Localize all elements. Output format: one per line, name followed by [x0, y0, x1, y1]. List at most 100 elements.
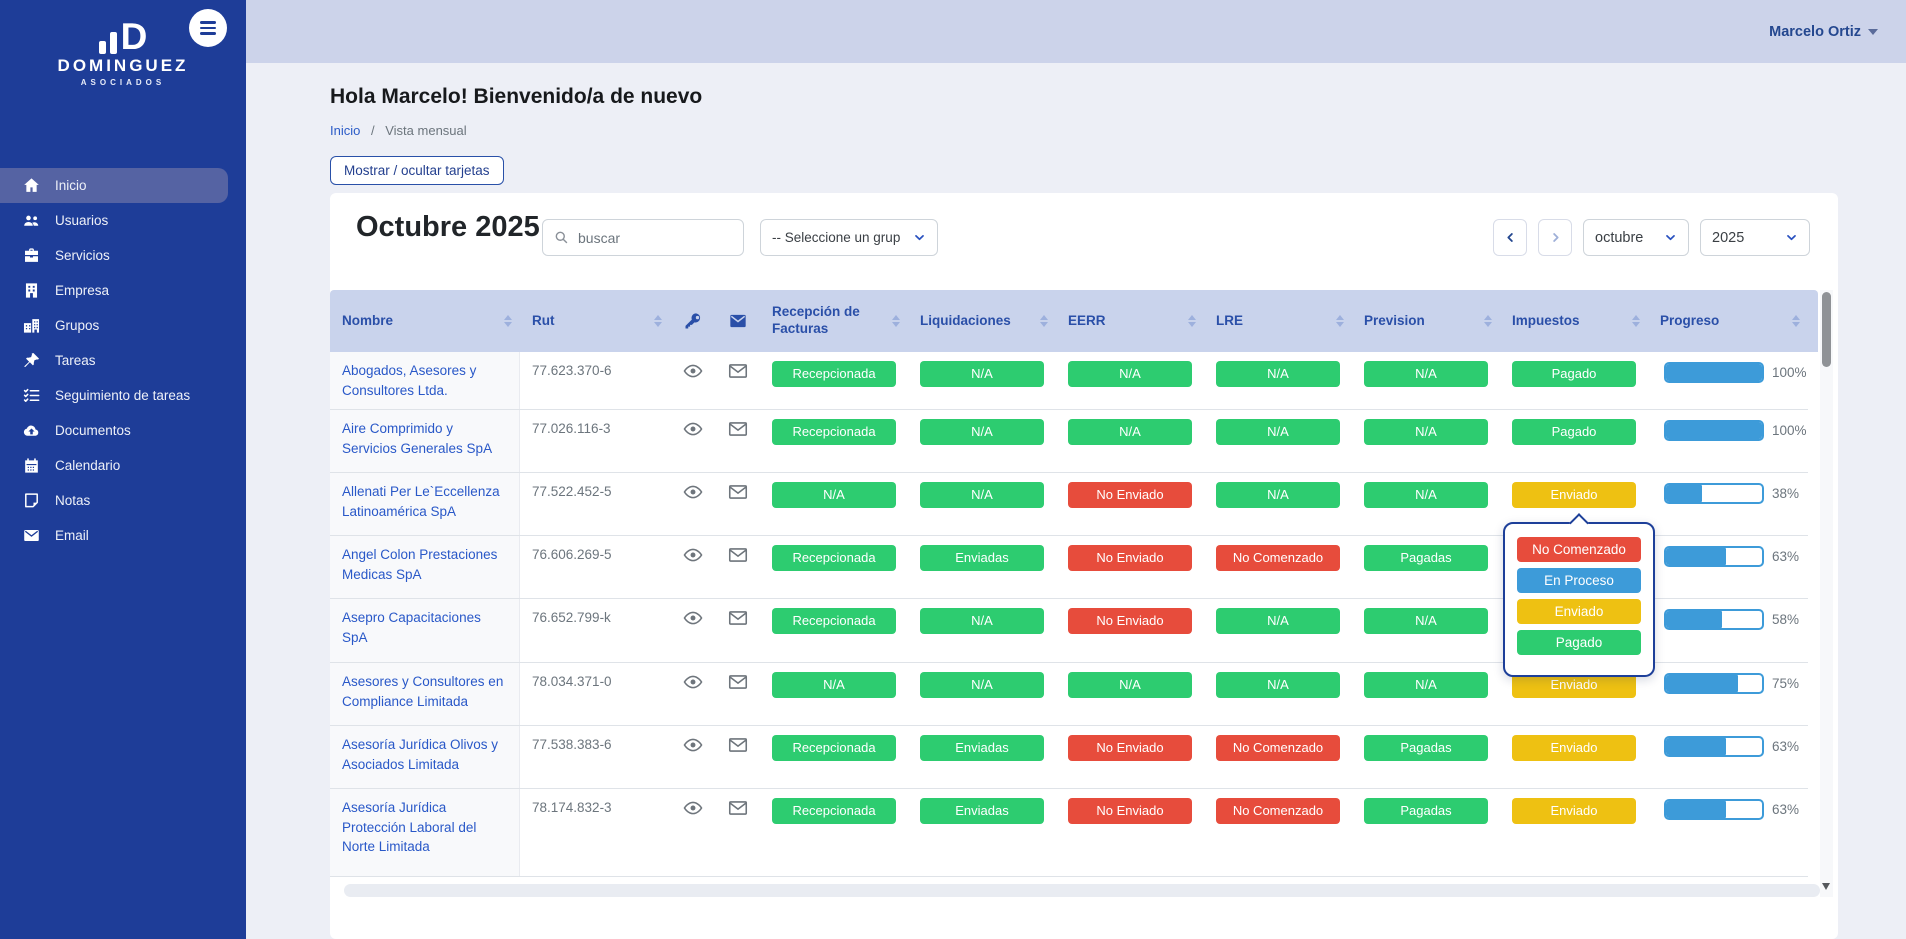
sort-icon[interactable]: [892, 311, 900, 331]
month-select[interactable]: octubre: [1583, 219, 1689, 256]
popup-option-pagado[interactable]: Pagado: [1517, 630, 1641, 655]
mail-icon[interactable]: [727, 607, 749, 629]
status-badge[interactable]: N/A: [1068, 361, 1192, 387]
eye-icon[interactable]: [682, 481, 704, 503]
status-badge[interactable]: Enviadas: [920, 735, 1044, 761]
status-badge[interactable]: N/A: [920, 482, 1044, 508]
status-badge[interactable]: N/A: [1216, 672, 1340, 698]
popup-option-en-proceso[interactable]: En Proceso: [1517, 568, 1641, 593]
mail-icon[interactable]: [727, 360, 749, 382]
sort-icon[interactable]: [1336, 311, 1344, 331]
scrollbar-thumb[interactable]: [1822, 292, 1831, 367]
status-badge[interactable]: N/A: [1068, 419, 1192, 445]
sidebar-item-email[interactable]: Email: [0, 518, 246, 553]
sidebar-item-seguimiento-de-tareas[interactable]: Seguimiento de tareas: [0, 378, 246, 413]
toggle-cards-button[interactable]: Mostrar / ocultar tarjetas: [330, 156, 504, 185]
sidebar-item-notas[interactable]: Notas: [0, 483, 246, 518]
status-badge[interactable]: N/A: [920, 419, 1044, 445]
status-badge[interactable]: No Enviado: [1068, 482, 1192, 508]
status-badge[interactable]: Pagado: [1512, 419, 1636, 445]
year-select[interactable]: 2025: [1700, 219, 1810, 256]
status-badge[interactable]: No Enviado: [1068, 608, 1192, 634]
sidebar-item-servicios[interactable]: Servicios: [0, 238, 246, 273]
status-badge[interactable]: N/A: [1364, 482, 1488, 508]
hamburger-menu-button[interactable]: [189, 9, 227, 47]
status-badge[interactable]: N/A: [1216, 608, 1340, 634]
status-badge[interactable]: N/A: [1068, 672, 1192, 698]
status-badge[interactable]: Recepcionada: [772, 545, 896, 571]
status-badge[interactable]: No Enviado: [1068, 798, 1192, 824]
status-badge[interactable]: Recepcionada: [772, 735, 896, 761]
status-badge[interactable]: N/A: [1364, 419, 1488, 445]
status-badge[interactable]: N/A: [1216, 361, 1340, 387]
sort-icon[interactable]: [654, 311, 662, 331]
status-badge[interactable]: Pagadas: [1364, 545, 1488, 571]
status-badge[interactable]: No Enviado: [1068, 545, 1192, 571]
status-badge[interactable]: N/A: [772, 672, 896, 698]
status-badge[interactable]: N/A: [1216, 482, 1340, 508]
status-badge[interactable]: Pagadas: [1364, 735, 1488, 761]
mail-icon[interactable]: [727, 734, 749, 756]
status-badge[interactable]: Pagado: [1512, 361, 1636, 387]
status-badge[interactable]: Enviadas: [920, 798, 1044, 824]
status-badge[interactable]: N/A: [1364, 608, 1488, 634]
status-badge[interactable]: N/A: [920, 361, 1044, 387]
search-input[interactable]: [578, 230, 733, 246]
status-badge[interactable]: No Enviado: [1068, 735, 1192, 761]
mail-icon[interactable]: [727, 544, 749, 566]
eye-icon[interactable]: [682, 734, 704, 756]
company-link[interactable]: Aire Comprimido y Servicios Generales Sp…: [342, 419, 509, 458]
status-badge[interactable]: Recepcionada: [772, 419, 896, 445]
horizontal-scrollbar[interactable]: [344, 884, 1820, 897]
popup-option-enviado[interactable]: Enviado: [1517, 599, 1641, 624]
scroll-down-arrow-icon[interactable]: [1822, 883, 1830, 894]
eye-icon[interactable]: [682, 418, 704, 440]
company-link[interactable]: Allenati Per Le`Eccellenza Latinoamérica…: [342, 482, 509, 521]
company-link[interactable]: Abogados, Asesores y Consultores Ltda.: [342, 361, 509, 400]
user-menu[interactable]: Marcelo Ortiz: [1769, 0, 1878, 63]
eye-icon[interactable]: [682, 360, 704, 382]
eye-icon[interactable]: [682, 544, 704, 566]
sidebar-item-grupos[interactable]: Grupos: [0, 308, 246, 343]
status-badge[interactable]: Enviado: [1512, 798, 1636, 824]
company-link[interactable]: Asepro Capacitaciones SpA: [342, 608, 509, 647]
mail-icon[interactable]: [727, 481, 749, 503]
status-badge[interactable]: N/A: [1364, 672, 1488, 698]
sort-icon[interactable]: [1792, 311, 1800, 331]
status-badge[interactable]: Pagadas: [1364, 798, 1488, 824]
next-month-button[interactable]: [1538, 219, 1572, 256]
eye-icon[interactable]: [682, 797, 704, 819]
sort-icon[interactable]: [1484, 311, 1492, 331]
sort-icon[interactable]: [1632, 311, 1640, 331]
status-badge[interactable]: N/A: [920, 672, 1044, 698]
company-link[interactable]: Asesores y Consultores en Compliance Lim…: [342, 672, 509, 711]
status-badge[interactable]: Enviado: [1512, 735, 1636, 761]
status-badge[interactable]: Recepcionada: [772, 608, 896, 634]
status-badge[interactable]: Recepcionada: [772, 798, 896, 824]
group-select[interactable]: -- Seleccione un grup: [760, 219, 938, 256]
breadcrumb-home-link[interactable]: Inicio: [330, 123, 360, 138]
company-link[interactable]: Asesoría Jurídica Protección Laboral del…: [342, 798, 509, 857]
company-link[interactable]: Asesoría Jurídica Olivos y Asociados Lim…: [342, 735, 509, 774]
sort-icon[interactable]: [504, 311, 512, 331]
status-badge[interactable]: N/A: [1216, 419, 1340, 445]
sidebar-item-inicio[interactable]: Inicio: [0, 168, 228, 203]
status-badge[interactable]: Enviadas: [920, 545, 1044, 571]
company-link[interactable]: Angel Colon Prestaciones Medicas SpA: [342, 545, 509, 584]
sort-icon[interactable]: [1040, 311, 1048, 331]
sort-icon[interactable]: [1188, 311, 1196, 331]
vertical-scrollbar[interactable]: [1820, 290, 1833, 897]
status-badge[interactable]: No Comenzado: [1216, 545, 1340, 571]
mail-icon[interactable]: [727, 671, 749, 693]
status-badge[interactable]: Recepcionada: [772, 361, 896, 387]
status-badge[interactable]: No Comenzado: [1216, 798, 1340, 824]
sidebar-item-documentos[interactable]: Documentos: [0, 413, 246, 448]
sidebar-item-empresa[interactable]: Empresa: [0, 273, 246, 308]
popup-option-no-comenzado[interactable]: No Comenzado: [1517, 537, 1641, 562]
status-badge[interactable]: No Comenzado: [1216, 735, 1340, 761]
status-badge[interactable]: Enviado: [1512, 482, 1636, 508]
status-badge[interactable]: N/A: [1364, 361, 1488, 387]
eye-icon[interactable]: [682, 607, 704, 629]
status-badge[interactable]: N/A: [920, 608, 1044, 634]
eye-icon[interactable]: [682, 671, 704, 693]
